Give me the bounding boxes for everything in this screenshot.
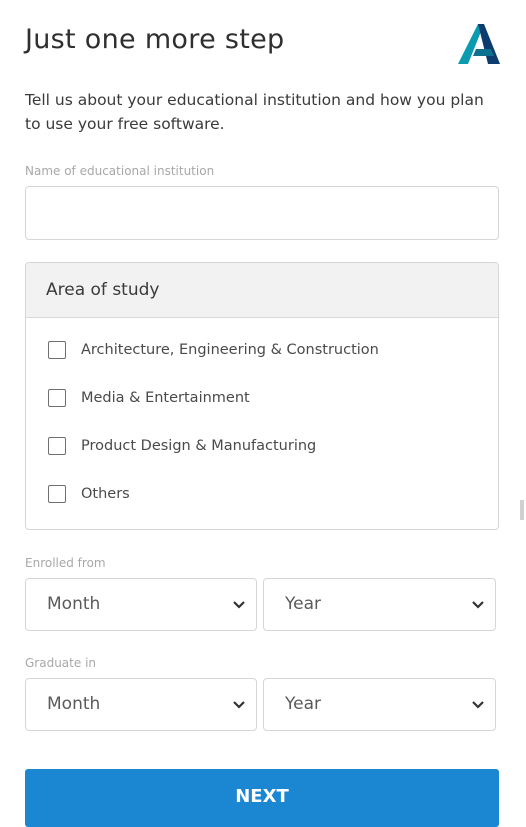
enrolled-year-select[interactable]: Year — [263, 578, 496, 631]
select-value: Year — [285, 594, 321, 614]
chevron-down-icon — [472, 601, 484, 609]
option-architecture[interactable]: Architecture, Engineering & Construction — [48, 339, 379, 361]
checkbox-architecture[interactable] — [48, 341, 66, 359]
scroll-edge — [520, 500, 524, 520]
option-others[interactable]: Others — [48, 483, 130, 505]
option-label: Architecture, Engineering & Construction — [81, 342, 379, 358]
select-value: Month — [47, 594, 101, 614]
select-value: Year — [285, 694, 321, 714]
area-of-study-heading: Area of study — [26, 263, 498, 318]
option-label: Others — [81, 486, 130, 502]
enrolled-label: Enrolled from — [25, 556, 106, 570]
checkbox-others[interactable] — [48, 485, 66, 503]
chevron-down-icon — [233, 701, 245, 709]
area-of-study-panel: Area of study Architecture, Engineering … — [25, 262, 499, 530]
checkbox-product-design[interactable] — [48, 437, 66, 455]
enrolled-month-select[interactable]: Month — [25, 578, 257, 631]
chevron-down-icon — [233, 601, 245, 609]
intro-text: Tell us about your educational instituti… — [25, 91, 484, 133]
option-label: Media & Entertainment — [81, 390, 250, 406]
header: Just one more step — [25, 22, 500, 64]
institution-input[interactable] — [25, 186, 499, 240]
chevron-down-icon — [472, 701, 484, 709]
option-label: Product Design & Manufacturing — [81, 438, 317, 454]
checkbox-media[interactable] — [48, 389, 66, 407]
next-button[interactable]: NEXT — [25, 769, 499, 827]
option-product-design[interactable]: Product Design & Manufacturing — [48, 435, 316, 457]
graduate-month-select[interactable]: Month — [25, 678, 257, 731]
select-value: Month — [47, 694, 101, 714]
page-title: Just one more step — [25, 24, 285, 55]
graduate-year-select[interactable]: Year — [263, 678, 496, 731]
institution-label: Name of educational institution — [25, 164, 215, 178]
option-media[interactable]: Media & Entertainment — [48, 387, 250, 409]
graduate-label: Graduate in — [25, 656, 97, 670]
autodesk-logo-icon — [458, 24, 500, 64]
